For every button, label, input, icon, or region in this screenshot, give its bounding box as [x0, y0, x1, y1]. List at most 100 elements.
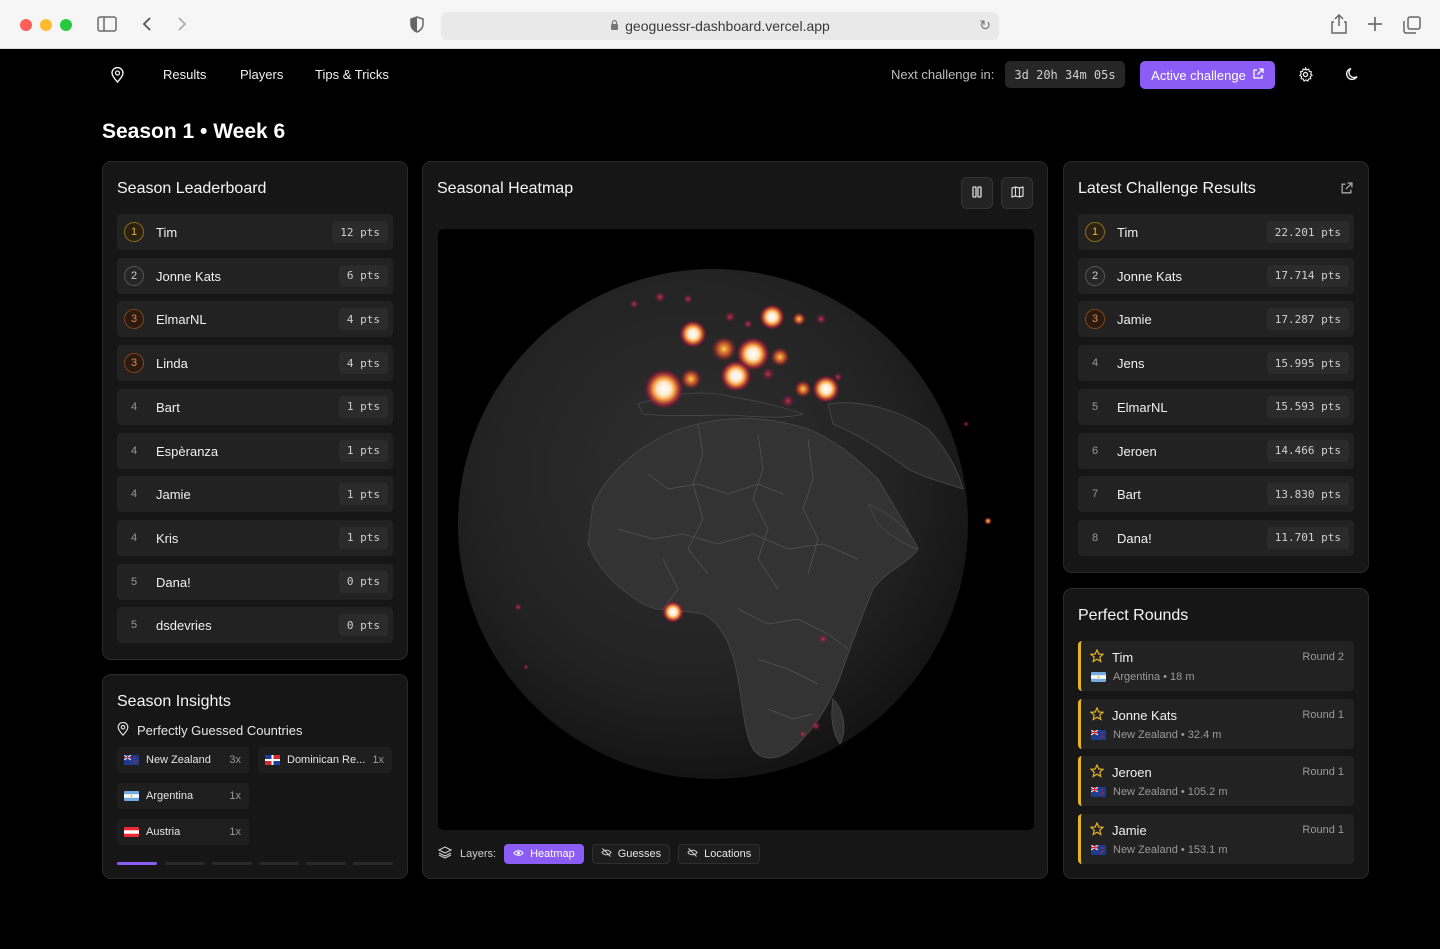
- country-chip[interactable]: Austria 1x: [117, 819, 249, 845]
- perfect-round-item[interactable]: Jeroen New Zealand • 105.2 m Round 1: [1078, 756, 1354, 807]
- carousel-indicator[interactable]: [165, 862, 205, 865]
- flag-icon: [265, 755, 280, 765]
- layers-icon: [437, 846, 453, 862]
- flag-icon: [1091, 787, 1106, 798]
- card-title: Latest Challenge Results: [1078, 180, 1256, 197]
- zoom-window-button[interactable]: [60, 19, 72, 31]
- points-badge: 1 pts: [338, 439, 388, 462]
- player-name: Kris: [156, 530, 179, 546]
- rank-badge: 3: [1085, 309, 1105, 330]
- close-window-button[interactable]: [20, 19, 32, 31]
- list-item[interactable]: 4 Espèranza 1 pts: [117, 432, 393, 469]
- player-name: Jamie: [1112, 823, 1147, 839]
- nav-players[interactable]: Players: [240, 67, 283, 82]
- round-label: Round 2: [1302, 651, 1344, 663]
- moon-theme-icon[interactable]: [1345, 67, 1360, 86]
- layer-heatmap-button[interactable]: Heatmap: [504, 844, 584, 864]
- rank-badge: 4: [1091, 357, 1099, 370]
- player-name: Bart: [1117, 487, 1141, 503]
- list-item[interactable]: 1 Tim 12 pts: [117, 214, 393, 250]
- heatmap-globe[interactable]: [438, 229, 1034, 830]
- shield-icon[interactable]: [410, 16, 424, 36]
- list-item[interactable]: 3 ElmarNL 4 pts: [117, 301, 393, 338]
- country-chip[interactable]: Argentina 1x: [117, 783, 249, 809]
- settings-gear-icon[interactable]: [1298, 66, 1313, 87]
- player-name: Jamie: [156, 487, 191, 503]
- points-badge: 0 pts: [338, 570, 388, 593]
- rank-badge: 3: [124, 309, 144, 330]
- map-pin-icon[interactable]: [111, 66, 124, 88]
- list-item[interactable]: 3 Jamie 17.287 pts: [1078, 301, 1354, 338]
- flag-icon: [1091, 845, 1106, 856]
- round-detail-text: New Zealand • 32.4 m: [1113, 728, 1222, 741]
- points-badge: 17.287 pts: [1266, 308, 1349, 331]
- list-item[interactable]: 5 dsdevries 0 pts: [117, 607, 393, 644]
- list-item[interactable]: 5 ElmarNL 15.593 pts: [1078, 388, 1354, 425]
- country-chip[interactable]: New Zealand 3x: [117, 747, 249, 773]
- pause-rotation-button[interactable]: [961, 177, 993, 209]
- country-name: Austria: [146, 826, 181, 838]
- country-chip[interactable]: Dominican Re... 1x: [258, 747, 392, 773]
- map-view-button[interactable]: [1001, 177, 1033, 209]
- player-name: dsdevries: [156, 618, 212, 634]
- list-item[interactable]: 5 Dana! 0 pts: [117, 563, 393, 600]
- card-title: Perfect Rounds: [1078, 607, 1189, 624]
- list-item[interactable]: 4 Kris 1 pts: [117, 519, 393, 556]
- perfect-round-item[interactable]: Tim Argentina • 18 m Round 2: [1078, 641, 1354, 691]
- player-name: Jens: [1117, 356, 1145, 372]
- back-arrow-icon[interactable]: [142, 16, 152, 35]
- list-item[interactable]: 2 Jonne Kats 6 pts: [117, 257, 393, 294]
- share-icon[interactable]: [1331, 13, 1347, 37]
- minimize-window-button[interactable]: [40, 19, 52, 31]
- points-badge: 17.714 pts: [1266, 264, 1349, 287]
- sidebar-toggle-icon[interactable]: [97, 16, 117, 35]
- globe-graphic[interactable]: [438, 229, 1034, 830]
- perfect-round-item[interactable]: Jamie New Zealand • 153.1 m Round 1: [1078, 814, 1354, 865]
- rank-badge: 8: [1091, 531, 1099, 544]
- rank-badge: 4: [130, 444, 138, 457]
- list-item[interactable]: 1 Tim 22.201 pts: [1078, 214, 1354, 250]
- perfect-rounds-card: Perfect Rounds Tim Argentina • 18 m Round …: [1063, 588, 1369, 879]
- list-item[interactable]: 4 Jamie 1 pts: [117, 476, 393, 513]
- rank-badge: 4: [130, 400, 138, 413]
- carousel-indicator[interactable]: [306, 862, 346, 865]
- carousel-indicator[interactable]: [353, 862, 393, 865]
- active-challenge-button[interactable]: Active challenge: [1140, 61, 1275, 89]
- country-count: 3x: [229, 754, 241, 766]
- player-name: Jonne Kats: [1112, 707, 1178, 723]
- list-item[interactable]: 4 Jens 15.995 pts: [1078, 345, 1354, 382]
- countdown-timer: 3d 20h 34m 05s: [1005, 61, 1125, 88]
- new-tab-icon[interactable]: [1367, 16, 1383, 35]
- round-label: Round 1: [1302, 708, 1344, 721]
- list-item[interactable]: 2 Jonne Kats 17.714 pts: [1078, 257, 1354, 294]
- forward-arrow-icon[interactable]: [177, 16, 187, 35]
- layer-locations-button[interactable]: Locations: [678, 844, 761, 864]
- flag-icon: [1091, 672, 1106, 682]
- rank-badge: 6: [1091, 444, 1099, 457]
- layer-guesses-label: Guesses: [617, 848, 662, 860]
- external-link-icon: [1252, 67, 1264, 83]
- external-link-icon[interactable]: [1340, 182, 1353, 200]
- list-item[interactable]: 3 Linda 4 pts: [117, 345, 393, 382]
- layer-guesses-button[interactable]: Guesses: [591, 844, 671, 864]
- rank-badge: 4: [130, 531, 138, 544]
- perfect-round-item[interactable]: Jonne Kats New Zealand • 32.4 m Round 1: [1078, 698, 1354, 749]
- carousel-indicator[interactable]: [259, 862, 299, 865]
- rank-badge: 5: [1091, 400, 1099, 413]
- carousel-indicator[interactable]: [212, 862, 252, 865]
- nav-results[interactable]: Results: [163, 67, 206, 82]
- insights-subtitle: Perfectly Guessed Countries: [117, 721, 302, 739]
- list-item[interactable]: 4 Bart 1 pts: [117, 388, 393, 425]
- reload-icon[interactable]: ↻: [979, 17, 991, 34]
- list-item[interactable]: 8 Dana! 11.701 pts: [1078, 519, 1354, 556]
- season-leaderboard-card: Season Leaderboard 1 Tim 12 pts 2 Jonne Kats…: [102, 161, 408, 660]
- list-item[interactable]: 7 Bart 13.830 pts: [1078, 476, 1354, 513]
- carousel-indicator-active[interactable]: [117, 862, 157, 865]
- country-name: Argentina: [146, 790, 194, 802]
- tab-overview-icon[interactable]: [1403, 16, 1421, 37]
- points-badge: 14.466 pts: [1266, 439, 1349, 462]
- list-item[interactable]: 6 Jeroen 14.466 pts: [1078, 432, 1354, 469]
- nav-tips-tricks[interactable]: Tips & Tricks: [315, 67, 389, 82]
- lock-icon: [610, 19, 619, 33]
- url-bar[interactable]: geoguessr-dashboard.vercel.app ↻: [441, 12, 999, 40]
